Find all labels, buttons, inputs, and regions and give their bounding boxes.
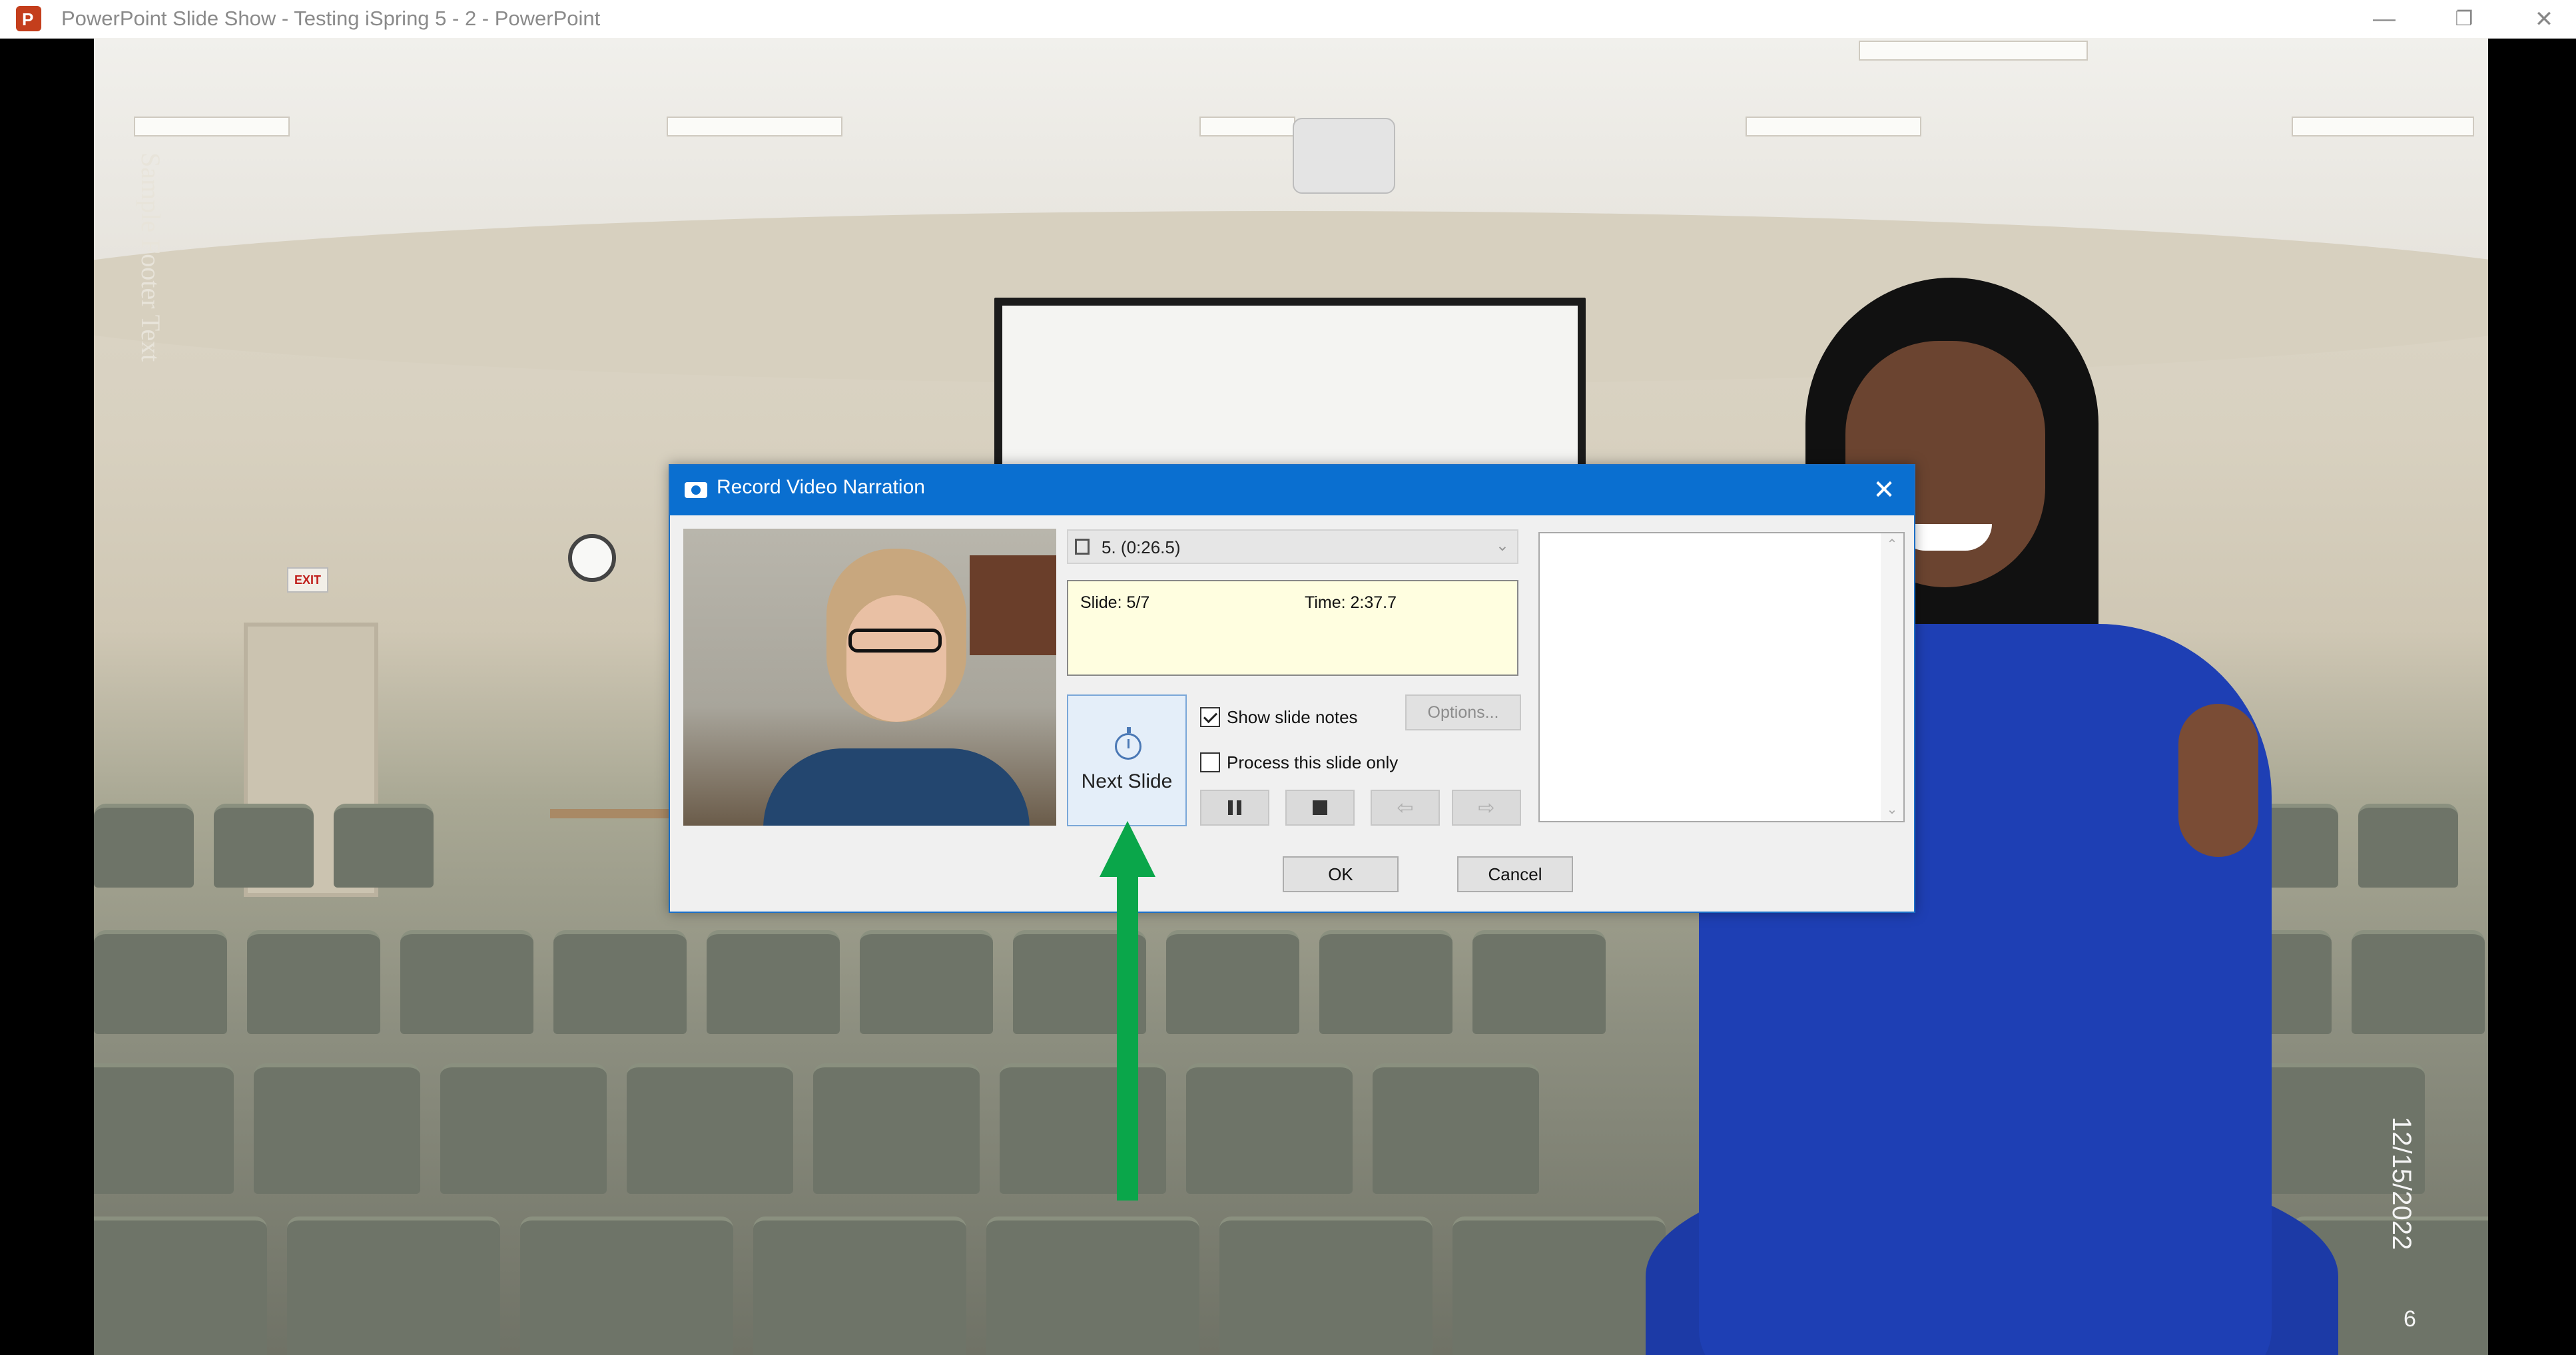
powerpoint-icon: P bbox=[16, 6, 41, 31]
pause-button[interactable] bbox=[1200, 790, 1269, 826]
options-button[interactable]: Options... bbox=[1405, 694, 1521, 730]
time-counter: Time: 2:37.7 bbox=[1305, 593, 1397, 612]
pause-icon bbox=[1228, 800, 1233, 815]
window-close-button[interactable]: ✕ bbox=[2507, 0, 2576, 38]
stop-button[interactable] bbox=[1285, 790, 1355, 826]
show-slide-notes-option[interactable]: Show slide notes bbox=[1200, 705, 1358, 729]
chevron-down-icon: ⌄ bbox=[1495, 537, 1509, 555]
show-slide-notes-checkbox[interactable] bbox=[1200, 707, 1220, 727]
stop-icon bbox=[1313, 800, 1327, 815]
film-icon bbox=[1075, 539, 1090, 555]
webcam-person-face bbox=[846, 595, 946, 722]
previous-button[interactable]: ⇦ bbox=[1371, 790, 1440, 826]
scroll-up-icon[interactable]: ⌃ bbox=[1881, 533, 1903, 556]
scroll-down-icon[interactable]: ⌄ bbox=[1881, 798, 1903, 821]
notes-scrollbar[interactable]: ⌃ ⌄ bbox=[1881, 533, 1903, 821]
projector bbox=[1293, 118, 1395, 194]
restore-button[interactable]: ❐ bbox=[2427, 0, 2501, 38]
slide-selector-value: 5. (0:26.5) bbox=[1102, 537, 1181, 557]
slide-date: 12/15/2022 bbox=[2387, 1117, 2416, 1250]
desk bbox=[550, 809, 673, 818]
arrow-right-icon: ⇨ bbox=[1478, 796, 1495, 819]
slide-number: 6 bbox=[2404, 1306, 2416, 1332]
show-slide-notes-label: Show slide notes bbox=[1227, 706, 1358, 727]
cancel-button[interactable]: Cancel bbox=[1457, 856, 1573, 892]
forward-button[interactable]: ⇨ bbox=[1452, 790, 1521, 826]
ceiling-light bbox=[1746, 117, 1921, 136]
process-this-slide-only-checkbox[interactable] bbox=[1200, 752, 1220, 772]
slide-selector-dropdown[interactable]: 5. (0:26.5) ⌄ bbox=[1067, 529, 1518, 564]
slide-notes-area[interactable]: ⌃ ⌄ bbox=[1538, 532, 1905, 822]
window-title: PowerPoint Slide Show - Testing iSpring … bbox=[61, 7, 601, 30]
glasses bbox=[848, 629, 942, 653]
bookshelf bbox=[970, 555, 1056, 655]
ceiling-light bbox=[134, 117, 290, 136]
annotation-arrow-shaft bbox=[1117, 868, 1138, 1201]
exit-sign: EXIT bbox=[287, 567, 328, 593]
slide-counter: Slide: 5/7 bbox=[1080, 593, 1150, 612]
stopwatch-icon bbox=[1115, 727, 1141, 760]
dialog-close-button[interactable]: ✕ bbox=[1866, 472, 1902, 508]
camera-icon bbox=[685, 482, 707, 498]
wall-clock bbox=[568, 534, 616, 582]
recording-info-panel: Slide: 5/7 Time: 2:37.7 bbox=[1067, 580, 1518, 676]
next-slide-label: Next Slide bbox=[1081, 770, 1173, 792]
webcam-person-body bbox=[763, 748, 1030, 826]
webcam-preview bbox=[683, 529, 1056, 826]
dialog-title: Record Video Narration bbox=[717, 476, 925, 498]
process-this-slide-only-label: Process this slide only bbox=[1227, 752, 1399, 772]
minimize-button[interactable]: — bbox=[2348, 0, 2421, 38]
ceiling-light bbox=[1199, 117, 1295, 136]
ceiling-light bbox=[667, 117, 842, 136]
powerpoint-icon-letter: P bbox=[22, 9, 34, 29]
next-slide-button[interactable]: Next Slide bbox=[1067, 694, 1187, 826]
window-title-bar: P PowerPoint Slide Show - Testing iSprin… bbox=[0, 0, 2576, 39]
ceiling-light bbox=[1859, 41, 2088, 61]
process-this-slide-only-option[interactable]: Process this slide only bbox=[1200, 750, 1398, 774]
record-video-narration-dialog: Record Video Narration ✕ 5. (0:26.5) ⌄ S… bbox=[669, 464, 1915, 913]
thumbs-up-hand bbox=[2178, 704, 2258, 857]
ok-button[interactable]: OK bbox=[1283, 856, 1399, 892]
ceiling-light bbox=[2292, 117, 2474, 136]
slide-footer-text: Sample Footer Text bbox=[136, 152, 166, 362]
arrow-left-icon: ⇦ bbox=[1397, 796, 1414, 819]
dialog-title-bar[interactable]: Record Video Narration ✕ bbox=[670, 465, 1914, 515]
